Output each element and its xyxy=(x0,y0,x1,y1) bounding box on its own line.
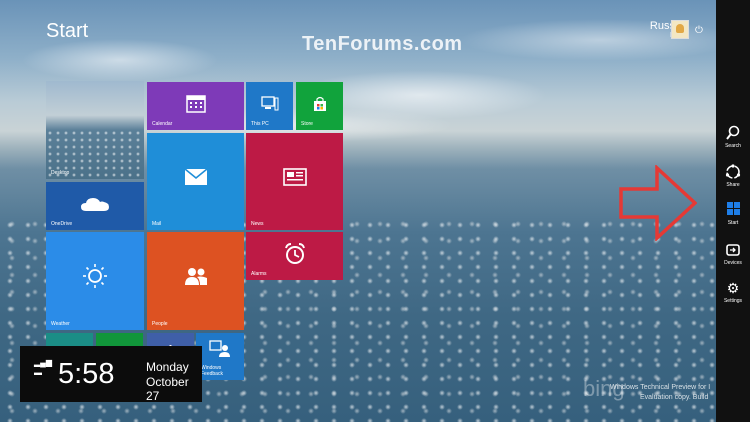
clock-day: Monday xyxy=(146,360,189,374)
tile-this-pc[interactable]: This PC xyxy=(246,82,293,130)
tile-desktop[interactable]: Desktop xyxy=(46,81,144,179)
tile-label: Weather xyxy=(51,321,70,327)
charm-label: Start xyxy=(727,220,739,226)
tile-weather[interactable]: Weather xyxy=(46,232,144,330)
charm-label: Devices xyxy=(724,260,742,266)
feedback-icon xyxy=(209,340,230,358)
tile-label: People xyxy=(152,321,168,327)
tile-label: News xyxy=(251,221,264,227)
tile-onedrive[interactable]: OneDrive xyxy=(46,182,144,230)
date-time-panel: ▂▄▆ ▬ 5:58 Monday October 27 xyxy=(20,346,202,403)
charm-settings[interactable]: ⚙ Settings xyxy=(716,280,750,304)
network-signal-icon: ▂▄▆ ▬ xyxy=(34,358,52,377)
user-avatar[interactable] xyxy=(671,20,689,39)
tile-alarms[interactable]: Alarms xyxy=(246,232,343,280)
evaluation-line-2: Evaluation copy. Build xyxy=(640,394,709,401)
newspaper-icon xyxy=(282,167,307,186)
search-icon xyxy=(726,125,740,140)
tile-label: Mail xyxy=(152,221,162,227)
evaluation-watermark: Windows Technical Preview for I Evaluati… xyxy=(610,383,710,403)
charm-share[interactable]: Share xyxy=(716,164,750,188)
tile-label: Windows Feedback xyxy=(201,365,223,377)
alarm-clock-icon xyxy=(284,242,305,264)
people-icon xyxy=(184,268,207,286)
charms-bar: Search Share Start Devices ⚙ Settings xyxy=(716,0,750,422)
tile-label: Store xyxy=(301,121,313,127)
clock-date: October 27 xyxy=(146,375,189,403)
charm-devices[interactable]: Devices xyxy=(716,242,750,266)
power-icon[interactable]: ⏻ xyxy=(695,25,703,36)
start-title: Start xyxy=(46,20,89,42)
evaluation-line-1: Windows Technical Preview for I xyxy=(610,384,711,391)
tile-label: This PC xyxy=(251,121,269,127)
devices-icon xyxy=(726,244,740,256)
store-bag-icon xyxy=(313,96,326,111)
tile-label: Calendar xyxy=(152,121,173,127)
windows-logo-icon xyxy=(716,202,750,218)
clock-time: 5:58 xyxy=(58,358,115,390)
red-arrow-annotation xyxy=(619,165,697,241)
computer-icon xyxy=(260,95,278,111)
charm-label: Settings xyxy=(723,298,743,304)
tile-mail[interactable]: Mail xyxy=(147,133,244,230)
gear-icon: ⚙ xyxy=(726,280,740,296)
calendar-icon xyxy=(185,94,206,113)
site-watermark: TenForums.com xyxy=(302,33,463,55)
tile-label: Alarms xyxy=(251,271,267,277)
cloud-icon xyxy=(81,197,109,211)
charm-label: Search xyxy=(725,143,741,149)
share-icon xyxy=(725,164,741,179)
tile-news[interactable]: News xyxy=(246,133,343,230)
mail-envelope-icon xyxy=(183,168,208,185)
tile-windows-feedback[interactable]: Windows Feedback xyxy=(196,333,244,380)
sun-icon xyxy=(83,264,107,289)
tile-people[interactable]: People xyxy=(147,232,244,330)
tile-store[interactable]: Store xyxy=(296,82,343,130)
charm-start[interactable]: Start xyxy=(716,202,750,226)
tile-calendar[interactable]: Calendar xyxy=(147,82,244,130)
tile-label: Desktop xyxy=(51,170,70,176)
charm-search[interactable]: Search xyxy=(716,125,750,149)
tile-label: OneDrive xyxy=(51,221,73,227)
charm-label: Share xyxy=(726,182,740,188)
